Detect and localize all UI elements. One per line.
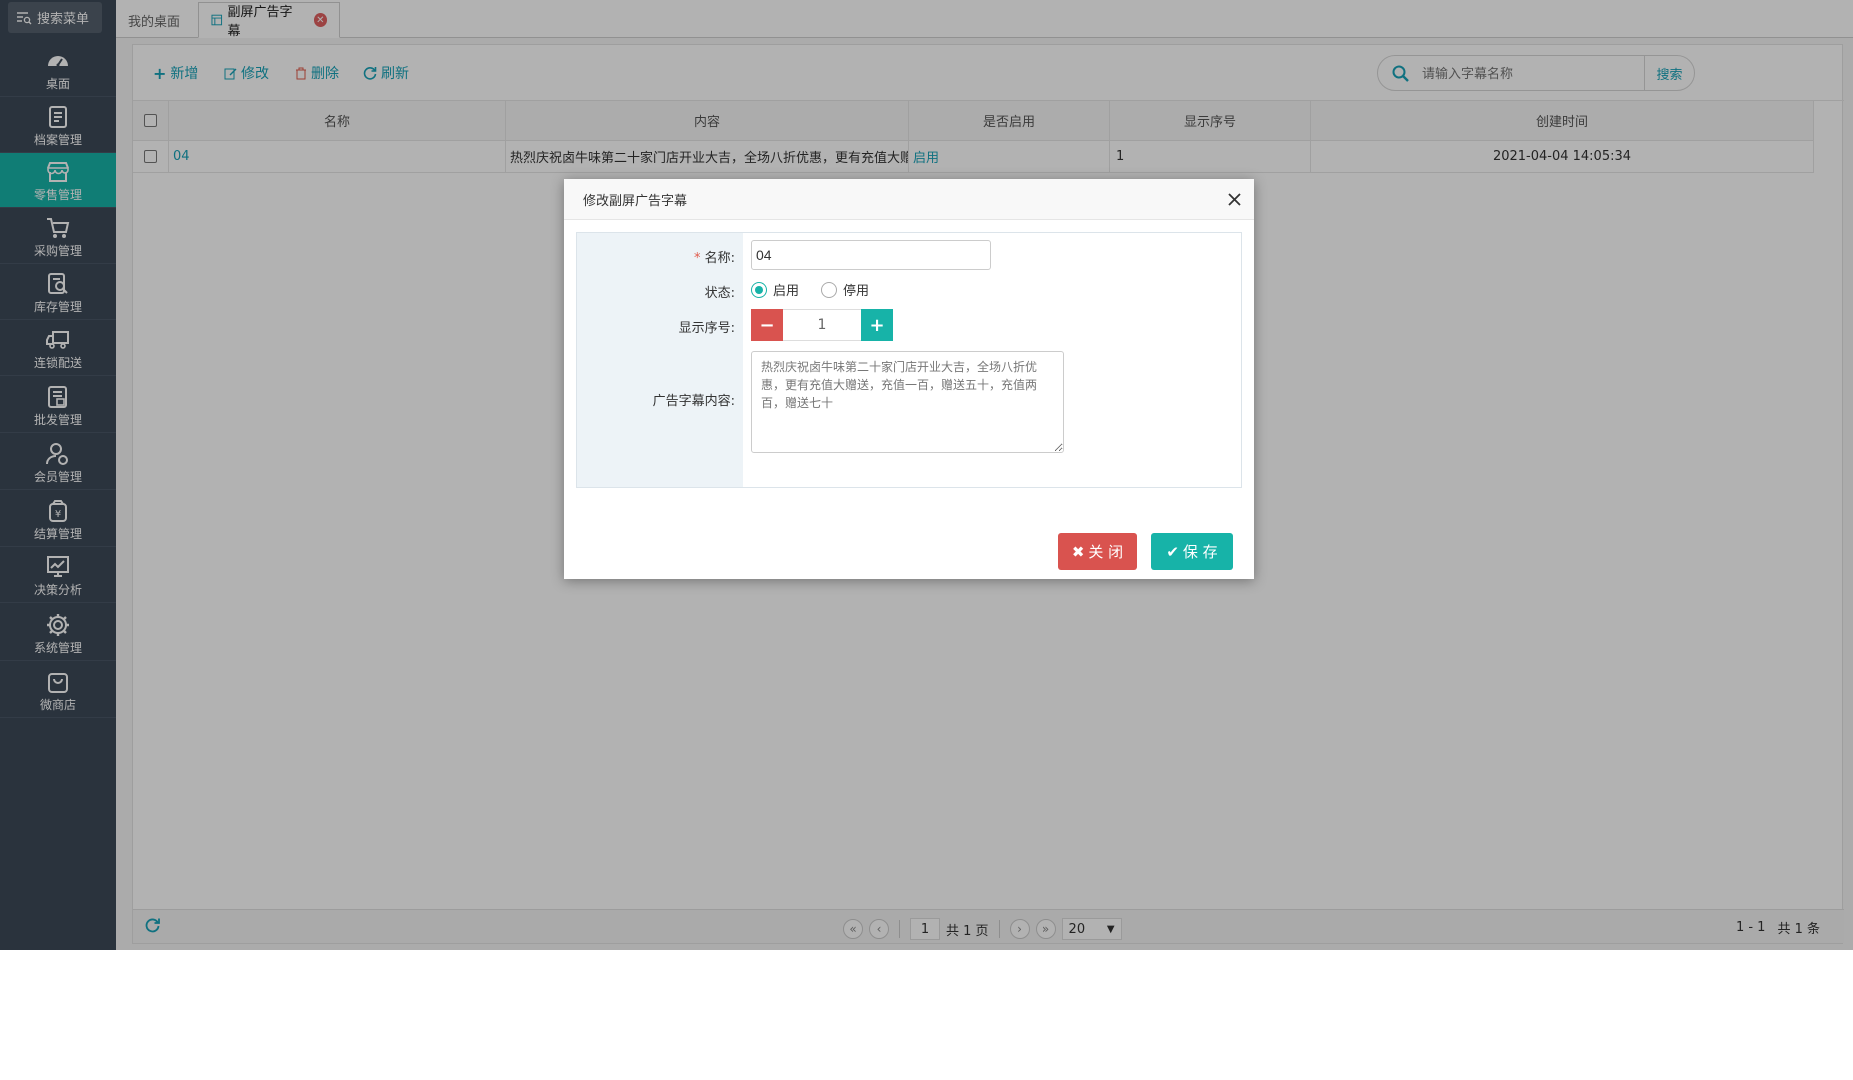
required-mark: *: [693, 251, 701, 266]
increment-button[interactable]: +: [861, 309, 893, 341]
name-field[interactable]: [751, 240, 991, 270]
edit-dialog: 修改副屏广告字幕 * 名称: 状态: 启用 停用 显示序号:: [564, 179, 1254, 579]
name-field-wrap: [751, 240, 991, 270]
dialog-title: 修改副屏广告字幕: [583, 193, 688, 209]
close-button-label: 关 闭: [1088, 543, 1124, 561]
check-icon: ✔: [1166, 542, 1179, 561]
save-button-label: 保 存: [1182, 543, 1218, 561]
content-label: 广告字幕内容:: [652, 394, 735, 409]
edit-form: * 名称: 状态: 启用 停用 显示序号: − 1 + 广告字幕内容:: [576, 232, 1242, 488]
content-field-wrap: 热烈庆祝卤牛味第二十家门店开业大吉，全场八折优惠，更有充值大赠送，充值一百，赠送…: [751, 351, 1064, 457]
status-label: 状态:: [704, 286, 735, 301]
status-enabled-radio[interactable]: [751, 281, 767, 298]
dialog-header: 修改副屏广告字幕: [564, 179, 1254, 220]
status-enabled-label[interactable]: 启用: [773, 280, 799, 299]
order-stepper: − 1 +: [751, 309, 893, 341]
order-value-input[interactable]: 1: [783, 309, 861, 341]
save-button[interactable]: ✔ 保 存: [1151, 533, 1233, 570]
decrement-button[interactable]: −: [751, 309, 783, 341]
form-label-column: [577, 233, 743, 487]
close-x-icon: ✖: [1071, 542, 1085, 561]
name-label: * 名称:: [577, 247, 735, 266]
name-label-text: 名称:: [704, 251, 735, 266]
content-textarea[interactable]: 热烈庆祝卤牛味第二十家门店开业大吉，全场八折优惠，更有充值大赠送，充值一百，赠送…: [751, 351, 1064, 453]
close-button[interactable]: ✖ 关 闭: [1058, 533, 1137, 570]
close-icon[interactable]: [1226, 191, 1242, 207]
status-disabled-radio[interactable]: [821, 281, 838, 298]
status-disabled-label[interactable]: 停用: [843, 280, 869, 299]
status-radio-group: 启用 停用: [751, 280, 869, 299]
order-label: 显示序号:: [678, 321, 735, 336]
app-root: 搜索菜单 桌面 档案管理 零售管理 采购管理 库存管理 连锁配送 批发管理 会员…: [0, 0, 1853, 950]
